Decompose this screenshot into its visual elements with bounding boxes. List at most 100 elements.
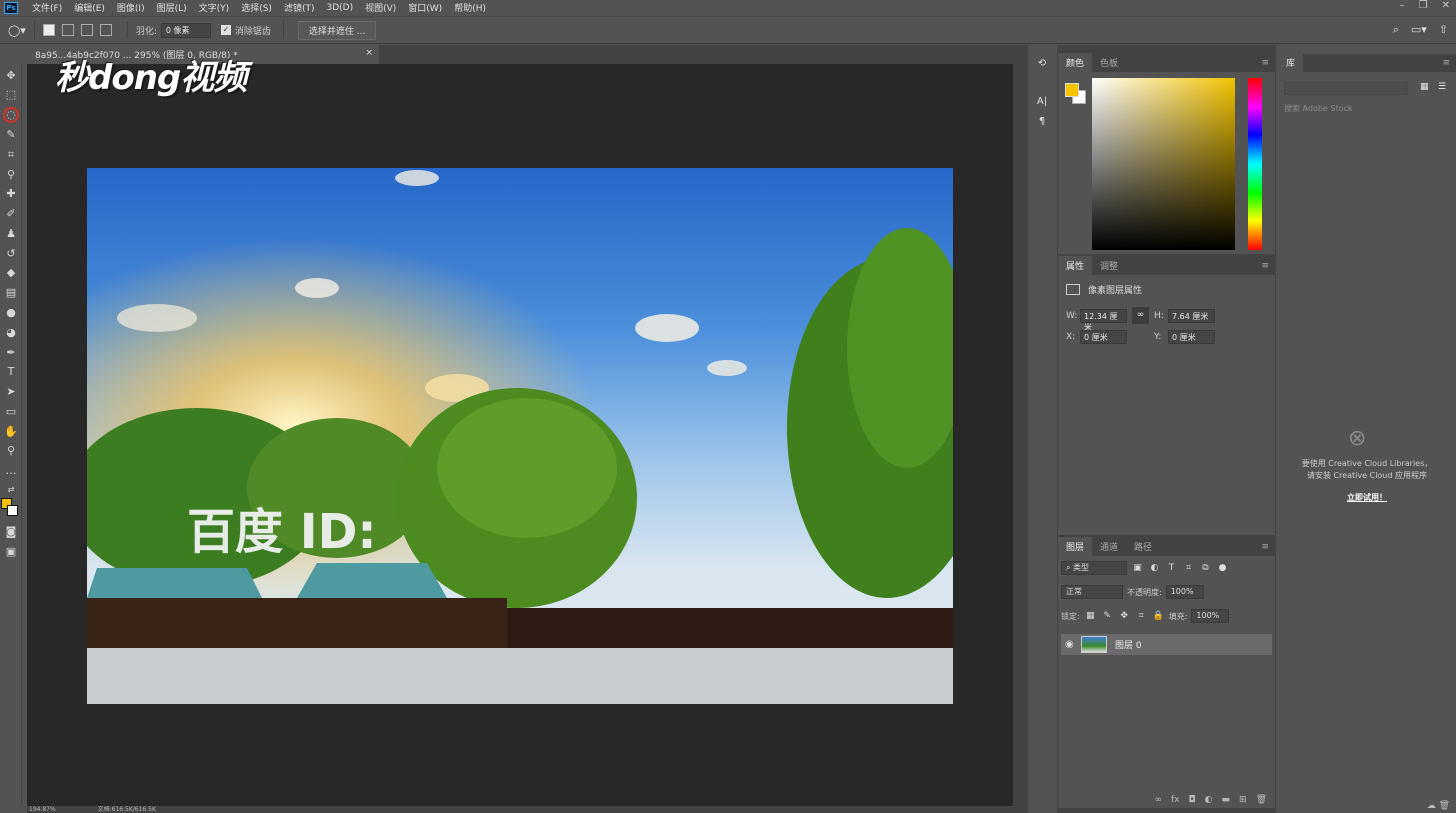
shape-filter-icon[interactable]: ⌗ (1182, 563, 1195, 573)
share-icon[interactable]: ⇧ (1439, 23, 1448, 37)
gradient-tool-icon[interactable]: ▤ (3, 285, 19, 301)
brush-tool-icon[interactable]: ✐ (3, 206, 19, 222)
history-panel-icon[interactable]: ⟲ (1028, 54, 1056, 74)
menu-help[interactable]: 帮助(H) (448, 1, 492, 14)
blend-mode-select[interactable]: 正常 (1061, 585, 1123, 599)
delete-layer-icon[interactable]: 🗑 (1256, 792, 1267, 808)
menu-window[interactable]: 窗口(W) (402, 1, 448, 14)
marquee-tool-icon[interactable]: ⬚ (3, 87, 19, 103)
lock-transparent-icon[interactable]: ▦ (1084, 611, 1097, 621)
color-picker-field[interactable] (1092, 78, 1235, 250)
tab-layers[interactable]: 图层 (1058, 537, 1093, 556)
type-filter-icon[interactable]: T (1165, 563, 1178, 573)
lasso-tool-icon[interactable]: ◌ (3, 107, 19, 123)
menu-edit[interactable]: 编辑(E) (68, 1, 111, 14)
opacity-field[interactable]: 100% (1165, 585, 1204, 599)
layer-filter-select[interactable]: ⌕ 类型 (1061, 561, 1127, 575)
pen-tool-icon[interactable]: ✒ (3, 345, 19, 361)
menu-3d[interactable]: 3D(D) (320, 3, 359, 13)
minimize-icon[interactable]: – (1400, 0, 1405, 11)
layer-style-icon[interactable]: fx (1171, 792, 1180, 808)
history-brush-icon[interactable]: ↺ (3, 246, 19, 262)
panel-menu-icon[interactable]: ≡ (1261, 261, 1269, 271)
add-selection-button[interactable] (61, 24, 74, 36)
layer-row[interactable]: ◉ 图层 0 (1061, 634, 1272, 655)
tab-adjustments[interactable]: 调整 (1092, 256, 1126, 275)
menu-select[interactable]: 选择(S) (235, 1, 278, 14)
grid-view-icon[interactable]: ▦ (1420, 82, 1432, 94)
new-group-icon[interactable]: ▬ (1222, 792, 1231, 808)
swap-colors-icon[interactable]: ⇄ (3, 482, 19, 498)
library-select[interactable] (1284, 82, 1408, 95)
zoom-tool-icon[interactable]: ⚲ (3, 443, 19, 459)
character-panel-icon[interactable]: A| (1028, 92, 1056, 112)
healing-tool-icon[interactable]: ✚ (3, 186, 19, 202)
link-layers-icon[interactable]: ∞ (1155, 792, 1163, 808)
lock-image-icon[interactable]: ✎ (1101, 611, 1114, 621)
close-window-icon[interactable]: ✕ (1442, 0, 1450, 11)
height-field[interactable]: 7.64 厘米 (1168, 308, 1215, 323)
link-icon[interactable]: ∞ (1132, 307, 1149, 324)
intersect-selection-button[interactable] (99, 24, 112, 36)
menu-layer[interactable]: 图层(L) (151, 1, 193, 14)
tab-paths[interactable]: 路径 (1126, 537, 1160, 556)
crop-tool-icon[interactable]: ⌗ (3, 147, 19, 163)
move-tool-icon[interactable]: ✥ (3, 68, 19, 84)
menu-filter[interactable]: 滤镜(T) (278, 1, 321, 14)
menu-image[interactable]: 图像(I) (111, 1, 151, 14)
tab-channels[interactable]: 通道 (1092, 537, 1126, 556)
adjustment-layer-icon[interactable]: ◐ (1205, 792, 1213, 808)
menu-view[interactable]: 视图(V) (359, 1, 402, 14)
width-field[interactable]: 12.34 厘米 (1080, 308, 1127, 332)
document-image[interactable]: 百度 ID: (87, 168, 953, 704)
eye-icon[interactable]: ◉ (1065, 639, 1081, 650)
panel-menu-icon[interactable]: ≡ (1442, 58, 1450, 68)
library-footer-icons[interactable]: ☁ 🗑 (1427, 801, 1450, 811)
quick-mask-icon[interactable]: ◙ (3, 524, 19, 540)
hue-slider[interactable] (1248, 78, 1262, 250)
filter-toggle-icon[interactable]: ● (1216, 563, 1229, 573)
antialias-checkbox[interactable]: ✓ (220, 25, 231, 35)
x-field[interactable]: 0 厘米 (1080, 330, 1127, 344)
search-icon[interactable]: ⌕ (1393, 23, 1399, 37)
adjustment-filter-icon[interactable]: ◐ (1148, 563, 1161, 573)
panel-menu-icon[interactable]: ≡ (1261, 542, 1269, 552)
new-selection-button[interactable] (42, 24, 55, 36)
workspace-icon[interactable]: ▭▾ (1411, 23, 1427, 37)
canvas-area[interactable]: 百度 ID: (27, 64, 1013, 806)
background-color-swatch[interactable] (7, 505, 18, 516)
quick-select-tool-icon[interactable]: ✎ (3, 127, 19, 143)
path-select-tool-icon[interactable]: ➤ (3, 384, 19, 400)
blur-tool-icon[interactable]: ● (3, 305, 19, 321)
panel-menu-icon[interactable]: ≡ (1261, 58, 1269, 68)
select-and-mask-button[interactable]: 选择并遮住 ... (297, 20, 377, 40)
pixel-filter-icon[interactable]: ▣ (1131, 563, 1144, 573)
menu-file[interactable]: 文件(F) (26, 1, 68, 14)
new-layer-icon[interactable]: ⊞ (1239, 792, 1247, 808)
screen-mode-icon[interactable]: ▣ (3, 544, 19, 560)
restore-icon[interactable]: ❐ (1419, 0, 1428, 11)
foreground-color-chip[interactable] (1065, 83, 1079, 97)
fill-field[interactable]: 100% (1191, 609, 1230, 623)
more-tools-icon[interactable]: … (3, 463, 19, 479)
subtract-selection-button[interactable] (80, 24, 93, 36)
list-view-icon[interactable]: ☰ (1438, 82, 1450, 94)
eyedropper-tool-icon[interactable]: ⚲ (3, 167, 19, 183)
lasso-preset-icon[interactable]: ◯▾ (8, 24, 26, 37)
stock-search-input[interactable]: 搜索 Adobe Stock (1284, 103, 1353, 114)
lock-all-icon[interactable]: 🔒 (1152, 611, 1165, 621)
eraser-tool-icon[interactable]: ◆ (3, 265, 19, 281)
add-mask-icon[interactable]: ◘ (1189, 792, 1196, 808)
try-now-link[interactable]: 立即试用！ (1278, 492, 1456, 503)
dodge-tool-icon[interactable]: ◕ (3, 325, 19, 341)
rectangle-tool-icon[interactable]: ▭ (3, 404, 19, 420)
tab-color[interactable]: 颜色 (1058, 53, 1093, 72)
zoom-readout[interactable]: 194.87% (29, 806, 56, 813)
tab-properties[interactable]: 属性 (1058, 256, 1093, 275)
smart-object-filter-icon[interactable]: ⧉ (1199, 563, 1212, 573)
menu-type[interactable]: 文字(Y) (193, 1, 236, 14)
stamp-tool-icon[interactable]: ♟ (3, 226, 19, 242)
tab-libraries[interactable]: 库 (1278, 53, 1304, 72)
paragraph-panel-icon[interactable]: ¶ (1028, 112, 1056, 132)
close-tab-icon[interactable]: × (365, 48, 373, 58)
